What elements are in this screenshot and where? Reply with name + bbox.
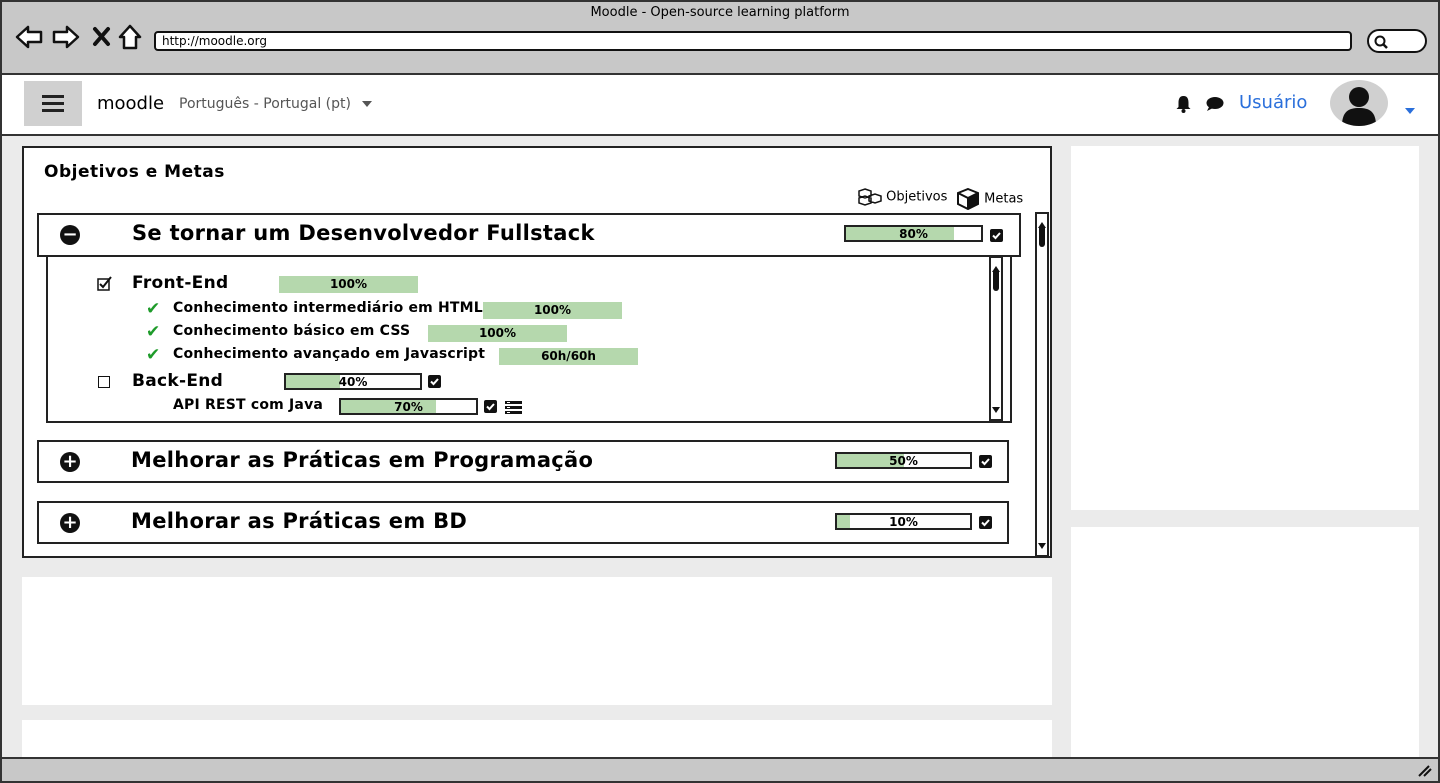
sidebar-block	[1071, 527, 1419, 758]
bell-icon[interactable]	[1175, 95, 1192, 117]
chevron-down-icon	[362, 101, 373, 107]
goal-title: Melhorar as Práticas em Programação	[131, 448, 594, 472]
item-progress-label: 60h/60h	[541, 349, 596, 363]
section-progress-label: 40%	[338, 375, 368, 389]
goal-checkbox[interactable]	[979, 455, 992, 468]
goal-progress-bar: 50%	[835, 452, 972, 469]
legend-objectives: Objetivos	[858, 188, 947, 206]
item-label: API REST com Java	[173, 397, 324, 413]
avatar[interactable]	[1330, 80, 1388, 126]
item-label: Conhecimento intermediário em HTML	[173, 300, 483, 316]
goal-progress-bar: 80%	[844, 225, 983, 242]
expand-icon[interactable]: +	[60, 452, 80, 472]
search-icon	[1374, 35, 1388, 49]
item-progress-bar: 70%	[339, 398, 478, 415]
goal-title: Se tornar um Desenvolvedor Fullstack	[132, 221, 595, 245]
scroll-down-icon[interactable]	[991, 400, 1001, 419]
section-progress-bar: 40%	[284, 373, 422, 390]
item-progress-label: 100%	[478, 326, 517, 340]
panel-title: Objetivos e Metas	[44, 162, 225, 182]
done-check-icon: ✔	[146, 345, 161, 365]
window-title: Moodle - Open-source learning platform	[590, 5, 850, 20]
cube-icon	[957, 187, 979, 211]
resize-grip-icon[interactable]	[1416, 763, 1432, 777]
cubes-icon	[858, 188, 882, 206]
item-progress-bar: 100%	[483, 302, 622, 319]
section-checkbox-unchecked[interactable]	[98, 376, 110, 388]
scroll-thumb[interactable]	[993, 269, 999, 291]
section-title: Back-End	[132, 371, 224, 391]
scroll-down-icon[interactable]	[1037, 536, 1047, 555]
done-check-icon: ✔	[146, 322, 161, 342]
browser-search-field[interactable]	[1367, 29, 1427, 53]
item-label: Conhecimento avançado em Javascript	[173, 346, 486, 362]
brand-logo[interactable]: moodle	[97, 93, 164, 114]
language-selector[interactable]: Português - Portugal (pt)	[179, 96, 373, 112]
user-dropdown-caret-icon[interactable]	[1404, 100, 1416, 119]
goal-progress-bar: 10%	[835, 513, 972, 530]
legend-goals: Metas	[956, 187, 1024, 211]
forward-icon[interactable]	[51, 22, 81, 52]
stop-icon[interactable]	[88, 22, 118, 52]
item-checkbox[interactable]	[484, 400, 497, 413]
section-title: Front-End	[132, 273, 229, 293]
details-list-icon[interactable]	[505, 399, 522, 418]
content-block	[22, 720, 1052, 758]
item-progress-label: 100%	[533, 303, 572, 317]
legend-goals-label: Metas	[984, 191, 1024, 207]
item-progress-bar: 100%	[428, 325, 567, 342]
goal-progress-label: 50%	[889, 454, 918, 468]
legend-objectives-label: Objetivos	[886, 189, 948, 205]
browser-status-bar	[0, 757, 1440, 783]
item-progress-label: 70%	[394, 400, 423, 414]
goal-checkbox[interactable]	[979, 516, 992, 529]
back-icon[interactable]	[14, 22, 44, 52]
sidebar-block	[1071, 146, 1419, 510]
expand-icon[interactable]: +	[60, 513, 80, 533]
goal-progress-label: 10%	[889, 515, 918, 529]
collapse-icon[interactable]: −	[60, 225, 80, 245]
section-progress-bar: 100%	[279, 276, 418, 293]
item-progress-bar: 60h/60h	[499, 348, 638, 365]
panel-scrollbar[interactable]	[1035, 212, 1049, 557]
section-progress-label: 100%	[329, 277, 368, 291]
section-checkbox[interactable]	[428, 375, 441, 388]
details-scrollbar[interactable]	[989, 256, 1003, 421]
item-label: Conhecimento básico em CSS	[173, 323, 411, 339]
address-bar[interactable]: http://moodle.org	[154, 31, 1352, 51]
content-block	[22, 577, 1052, 705]
done-check-icon: ✔	[146, 299, 161, 319]
scroll-thumb[interactable]	[1039, 225, 1045, 247]
goal-checkbox[interactable]	[990, 229, 1003, 242]
goal-progress-label: 80%	[899, 227, 928, 241]
chat-icon[interactable]	[1206, 96, 1224, 116]
user-menu-link[interactable]: Usuário	[1239, 92, 1307, 113]
menu-toggle-button[interactable]	[24, 81, 82, 126]
section-checkbox-checked[interactable]	[97, 276, 113, 296]
language-label: Português - Portugal (pt)	[179, 96, 351, 112]
home-icon[interactable]	[116, 22, 146, 52]
goal-title: Melhorar as Práticas em BD	[131, 509, 468, 533]
